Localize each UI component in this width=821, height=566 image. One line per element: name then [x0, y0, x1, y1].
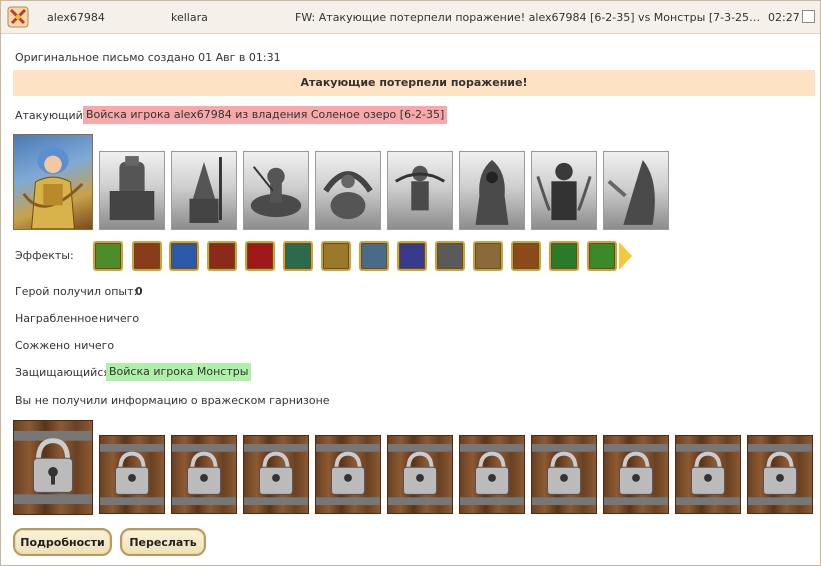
web-icon[interactable] — [359, 241, 389, 271]
locked-slot-icon — [675, 435, 741, 514]
sender-name[interactable]: alex67984 — [47, 11, 105, 24]
handshake-sword-icon[interactable] — [132, 241, 162, 271]
unit-slot[interactable] — [387, 151, 453, 230]
locked-slot-icon — [243, 435, 309, 514]
helmet-icon[interactable] — [435, 241, 465, 271]
locked-slot-icon — [171, 435, 237, 514]
unit-slot[interactable] — [531, 151, 597, 230]
locked-slot-icon — [603, 435, 669, 514]
unit-slot[interactable] — [315, 151, 381, 230]
message-header-row[interactable]: alex67984 kellara FW: Атакующие потерпел… — [1, 1, 820, 34]
message-time: 02:27 — [768, 11, 800, 24]
attacker-value: Войска игрока alex67984 из владения Соле… — [83, 106, 448, 124]
unit-slot[interactable] — [99, 151, 165, 230]
robe-icon[interactable] — [397, 241, 427, 271]
swords-icon — [7, 6, 29, 28]
unit-slot[interactable] — [459, 151, 525, 230]
battle-result-banner: Атакующие потерпели поражение! — [13, 70, 815, 96]
cluster-icon[interactable] — [207, 241, 237, 271]
locked-slot-icon — [387, 435, 453, 514]
unit-slot[interactable] — [243, 151, 309, 230]
loot-label: Награбленное — [15, 312, 98, 325]
round-shield-icon[interactable] — [473, 241, 503, 271]
scroll-right-arrow-icon[interactable] — [619, 242, 632, 270]
scroll-icon[interactable] — [321, 241, 351, 271]
locked-slot-icon — [747, 435, 813, 514]
garrison-info: Вы не получили информацию о вражеском га… — [15, 394, 330, 407]
figure-icon[interactable] — [511, 241, 541, 271]
unit-slot[interactable] — [603, 151, 669, 230]
dice-icon[interactable] — [245, 241, 275, 271]
locked-slot-icon — [315, 435, 381, 514]
locked-slot-icon — [13, 420, 93, 515]
hero-portrait[interactable] — [13, 134, 93, 230]
locked-slot-icon — [459, 435, 525, 514]
shield-icon[interactable] — [283, 241, 313, 271]
created-note: Оригинальное письмо создано 01 Авг в 01:… — [15, 51, 281, 64]
defender-label: Защищающийся — [15, 366, 110, 379]
locked-slot-icon — [531, 435, 597, 514]
attacker-label: Атакующий — [15, 109, 83, 122]
defender-value: Войска игрока Монстры — [106, 363, 252, 381]
details-button[interactable]: Подробности — [13, 528, 112, 556]
exp-label: Герой получил опыт: — [15, 285, 138, 298]
burned-label: Сожжено — [15, 339, 70, 352]
effects-label: Эффекты: — [15, 249, 74, 262]
recipient-name[interactable]: kellara — [171, 11, 208, 24]
exp-value: 0 — [135, 285, 143, 298]
sword-icon[interactable] — [93, 241, 123, 271]
forward-button[interactable]: Переслать — [120, 528, 206, 556]
heart-wings-icon[interactable] — [587, 241, 617, 271]
message-window: alex67984 kellara FW: Атакующие потерпел… — [0, 0, 821, 566]
message-subject[interactable]: FW: Атакующие потерпели поражение! alex6… — [295, 11, 761, 24]
magic-hand-icon[interactable] — [169, 241, 199, 271]
burned-value: ничего — [74, 339, 115, 352]
loot-value: ничего — [99, 312, 140, 325]
apple-heart-icon[interactable] — [549, 241, 579, 271]
locked-slot-icon — [99, 435, 165, 514]
unit-slot[interactable] — [171, 151, 237, 230]
select-checkbox[interactable] — [802, 10, 815, 23]
